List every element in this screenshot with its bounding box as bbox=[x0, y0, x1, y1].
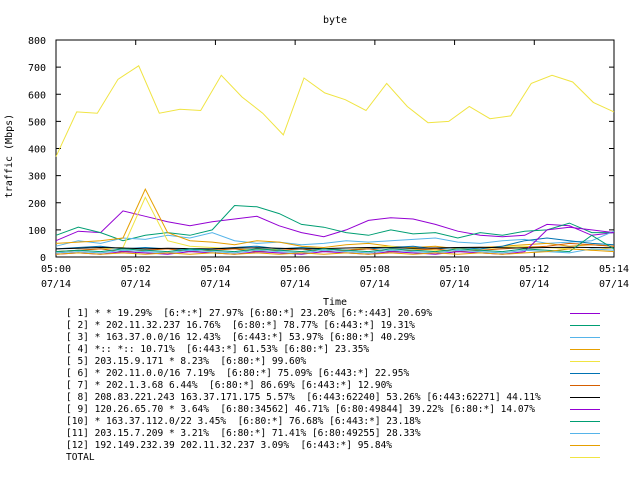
legend-swatch bbox=[570, 373, 600, 374]
x-tick-label-time: 05:04 bbox=[200, 264, 230, 275]
x-tick-label-date: 07/14 bbox=[599, 279, 629, 290]
legend-entry: [12] 192.149.232.39 202.11.32.237 3.09% … bbox=[66, 440, 626, 451]
y-tick-label: 700 bbox=[28, 63, 46, 74]
x-tick-label-time: 05:02 bbox=[121, 264, 151, 275]
legend-label: [ 7] * 202.1.3.68 6.44% [6:80:*] 86.69% … bbox=[66, 380, 393, 391]
x-tick-label-date: 07/14 bbox=[121, 279, 151, 290]
legend-label: [ 3] * 163.37.0.0/16 12.43% [6:443:*] 53… bbox=[66, 332, 415, 343]
legend-label: [ 5] 203.15.9.171 * 8.23% [6:80:*] 99.60… bbox=[66, 356, 307, 367]
y-tick-label: 100 bbox=[28, 226, 46, 237]
legend-entry: [10] * 163.37.112.0/22 3.45% [6:80:*] 76… bbox=[66, 416, 626, 427]
x-tick-label-time: 05:08 bbox=[360, 264, 390, 275]
x-tick-label-time: 05:00 bbox=[41, 264, 71, 275]
y-tick-label: 0 bbox=[40, 253, 46, 264]
x-tick-label-time: 05:10 bbox=[440, 264, 470, 275]
legend-swatch bbox=[570, 349, 600, 350]
legend-swatch bbox=[570, 409, 600, 410]
legend-entry: [ 5] 203.15.9.171 * 8.23% [6:80:*] 99.60… bbox=[66, 356, 626, 367]
legend-swatch bbox=[570, 313, 600, 314]
plot-frame bbox=[55, 39, 615, 258]
y-tick-label: 600 bbox=[28, 90, 46, 101]
y-tick-label: 500 bbox=[28, 117, 46, 128]
x-tick-label-date: 07/14 bbox=[280, 279, 310, 290]
series-line-5 bbox=[55, 196, 615, 253]
x-axis-label: Time bbox=[323, 297, 347, 308]
x-tick-label-time: 05:06 bbox=[280, 264, 310, 275]
legend-label: [ 6] * 202.11.0.0/16 7.19% [6:80:*] 75.0… bbox=[66, 368, 410, 379]
legend-entry: [ 3] * 163.37.0.0/16 12.43% [6:443:*] 53… bbox=[66, 332, 626, 343]
x-tick-label-date: 07/14 bbox=[360, 279, 390, 290]
legend-label: [10] * 163.37.112.0/22 3.45% [6:80:*] 76… bbox=[66, 416, 421, 427]
legend-label: [ 2] * 202.11.32.237 16.76% [6:80:*] 78.… bbox=[66, 320, 415, 331]
legend-entry: [ 1] * * 19.29% [6:*:*] 27.97% [6:80:*] … bbox=[66, 308, 626, 319]
chart-title: byte bbox=[323, 15, 347, 26]
y-tick-label: 300 bbox=[28, 172, 46, 183]
legend-entry: [ 2] * 202.11.32.237 16.76% [6:80:*] 78.… bbox=[66, 320, 626, 331]
legend-entry: [ 9] 120.26.65.70 * 3.64% [6:80:34562] 4… bbox=[66, 404, 626, 415]
legend-label: [ 8] 208.83.221.243 163.37.171.175 5.57%… bbox=[66, 392, 541, 403]
legend-label: [12] 192.149.232.39 202.11.32.237 3.09% … bbox=[66, 440, 393, 451]
legend-label: [11] 203.15.7.209 * 3.21% [6:80:*] 71.41… bbox=[66, 428, 421, 439]
x-tick-label-date: 07/14 bbox=[200, 279, 230, 290]
x-tick-label-time: 05:12 bbox=[519, 264, 549, 275]
legend-swatch bbox=[570, 457, 600, 458]
legend-entry: [ 8] 208.83.221.243 163.37.171.175 5.57%… bbox=[66, 392, 626, 403]
x-tick-label-date: 07/14 bbox=[519, 279, 549, 290]
y-tick-label: 400 bbox=[28, 145, 46, 156]
x-tick-label-date: 07/14 bbox=[41, 279, 71, 290]
legend-label: [ 9] 120.26.65.70 * 3.64% [6:80:34562] 4… bbox=[66, 404, 535, 415]
legend-swatch bbox=[570, 421, 600, 422]
y-tick-label: 200 bbox=[28, 199, 46, 210]
legend-entry: TOTAL bbox=[66, 452, 626, 463]
legend-label: [ 1] * * 19.29% [6:*:*] 27.97% [6:80:*] … bbox=[66, 308, 433, 319]
legend-entry: [ 4] *:: *:: 10.71% [6:443:*] 61.53% [6:… bbox=[66, 344, 626, 355]
plot-area: 0 100 200 300 400 500 600 700 800 05:00 07/14 05:02… bbox=[28, 36, 629, 290]
legend-swatch bbox=[570, 433, 600, 434]
legend-swatch bbox=[570, 385, 600, 386]
y-axis-label: traffic (Mbps) bbox=[4, 114, 15, 198]
y-tick-label: 800 bbox=[28, 36, 46, 47]
legend-label: [ 4] *:: *:: 10.71% [6:443:*] 61.53% [6:… bbox=[66, 344, 370, 355]
legend-label: TOTAL bbox=[66, 452, 95, 463]
legend-swatch bbox=[570, 445, 600, 446]
legend-entry: [ 6] * 202.11.0.0/16 7.19% [6:80:*] 75.0… bbox=[66, 368, 626, 379]
legend-swatch bbox=[570, 361, 600, 362]
legend-entry: [ 7] * 202.1.3.68 6.44% [6:80:*] 86.69% … bbox=[66, 380, 626, 391]
x-tick-label-time: 05:14 bbox=[599, 264, 629, 275]
legend-swatch bbox=[570, 325, 600, 326]
legend-entry: [11] 203.15.7.209 * 3.21% [6:80:*] 71.41… bbox=[66, 428, 626, 439]
legend-swatch bbox=[570, 337, 600, 338]
x-tick-label-date: 07/14 bbox=[440, 279, 470, 290]
legend-swatch bbox=[570, 397, 600, 398]
series-line-13 bbox=[55, 65, 615, 157]
